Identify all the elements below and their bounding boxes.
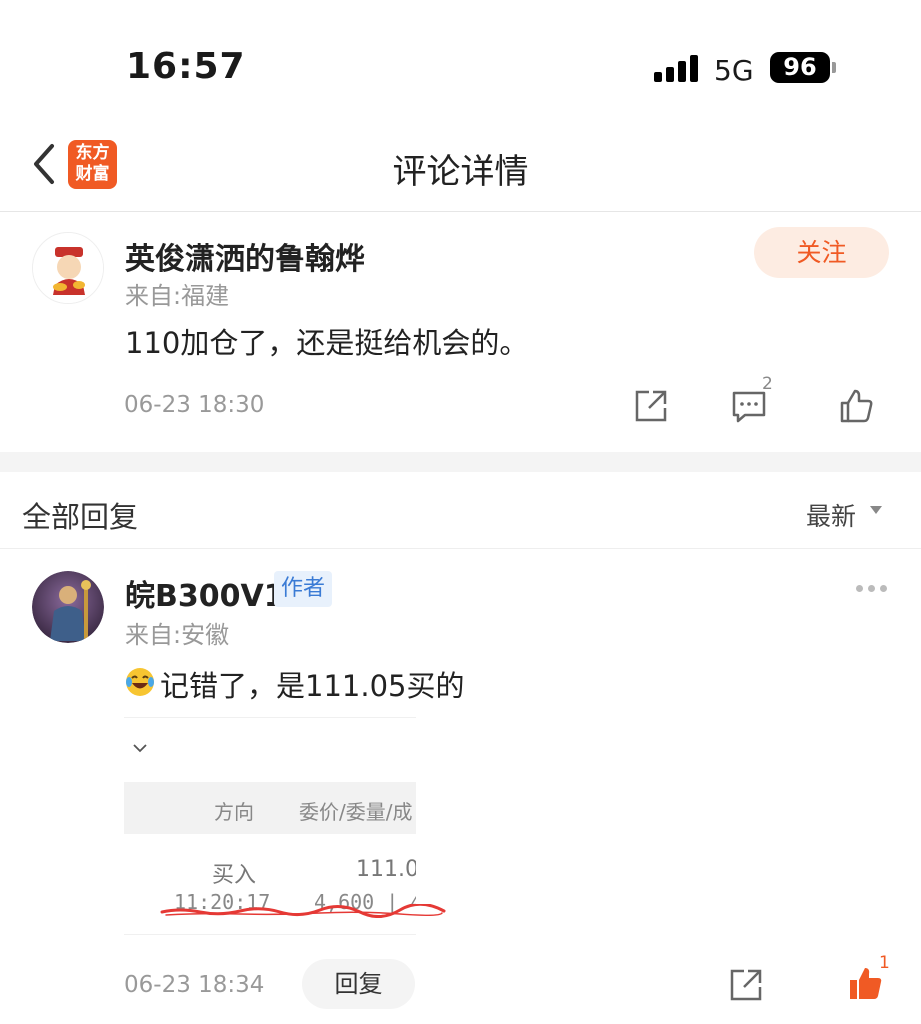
follow-button[interactable]: 关注 [754,227,889,278]
reply-item: 皖B300V1 作者 来自:安徽 记错了，是111.05买的 方向 委价/委量/… [0,549,921,1024]
replies-header: 全部回复 最新 [0,472,921,549]
status-time: 16:57 [126,46,246,87]
post-text: 110加仓了，还是挺给机会的。 [125,326,529,360]
sort-arrow-icon[interactable] [870,506,882,514]
post-username[interactable]: 英俊潇洒的鲁翰烨 [125,234,365,278]
image-col-price-qty: 委价/委量/成 [299,800,413,824]
reply-username[interactable]: 皖B300V1 [125,571,285,615]
post-avatar[interactable] [32,232,104,304]
battery-cap [832,62,836,73]
like-icon[interactable] [838,388,874,424]
post-timestamp: 06-23 18:30 [124,392,265,418]
share-icon[interactable] [728,967,764,1003]
like-filled-icon[interactable] [847,965,883,1001]
reply-location: 来自:安徽 [125,621,230,649]
signal-icon [654,55,700,82]
section-divider [0,452,921,472]
image-col-direction: 方向 [214,800,254,824]
image-direction: 买入 [212,863,257,888]
nav-bar: 东方财富 评论详情 [0,120,921,212]
network-label: 5G [714,54,754,87]
attached-image[interactable]: 方向 委价/委量/成 买入 111.0 11:20:17 4,600 | 4,6 [124,717,416,935]
comment-count: 2 [762,374,773,394]
author-badge: 作者 [274,571,333,607]
main-post: 英俊潇洒的鲁翰烨 来自:福建 关注 110加仓了，还是挺给机会的。 06-23 … [0,212,921,452]
reply-button[interactable]: 回复 [302,959,415,1009]
post-location: 来自:福建 [125,282,230,310]
like-count: 1 [879,953,890,973]
battery-icon: 96 [770,52,830,83]
sort-select[interactable]: 最新 [806,497,856,533]
chevron-down-icon [133,744,147,753]
share-icon[interactable] [633,388,669,424]
page-title: 评论详情 [392,152,529,192]
red-underline-annotation [160,904,446,918]
image-table-header: 方向 委价/委量/成 [124,782,416,834]
reply-avatar[interactable] [32,571,104,643]
laughing-tears-emoji-icon [126,668,154,696]
more-options-icon[interactable] [856,585,888,593]
status-bar: 16:57 5G 96 [0,0,921,120]
reply-timestamp: 06-23 18:34 [124,972,265,998]
replies-title: 全部回复 [22,500,139,534]
image-price: 111.0 [356,857,416,882]
reply-text: 记错了，是111.05买的 [160,669,465,703]
